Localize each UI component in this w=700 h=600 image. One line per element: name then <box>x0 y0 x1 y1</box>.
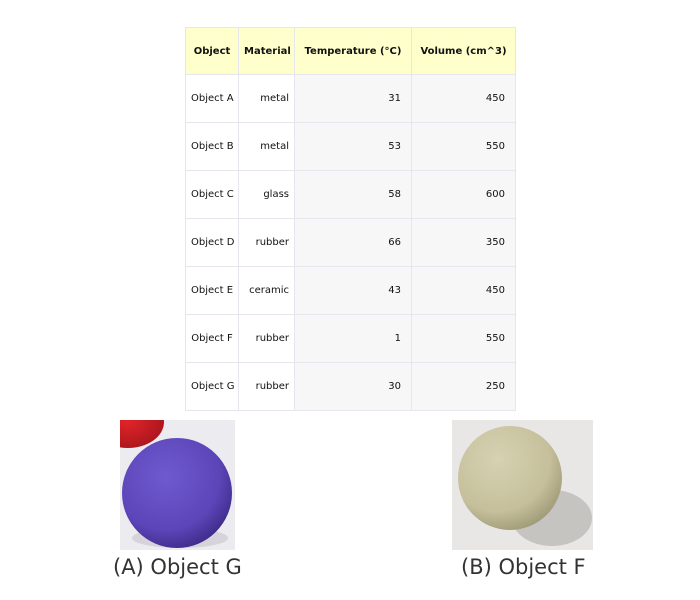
cell-volume: 450 <box>411 266 516 315</box>
purple-ball <box>122 438 232 548</box>
cell-temperature: 53 <box>294 122 412 171</box>
cell-volume: 350 <box>411 218 516 267</box>
table-row: Object E ceramic 43 450 <box>185 266 516 315</box>
cell-object: Object B <box>185 122 239 171</box>
cell-object: Object E <box>185 266 239 315</box>
cell-volume: 550 <box>411 314 516 363</box>
header-material: Material <box>238 27 295 75</box>
table-row: Object C glass 58 600 <box>185 170 516 219</box>
cell-material: metal <box>238 122 295 171</box>
purple-ball-image <box>120 420 235 550</box>
beige-ball <box>458 426 562 530</box>
table-row: Object F rubber 1 550 <box>185 314 516 363</box>
table-row: Object A metal 31 450 <box>185 74 516 123</box>
beige-ball-image <box>452 420 593 550</box>
cell-temperature: 66 <box>294 218 412 267</box>
cell-material: rubber <box>238 362 295 411</box>
cell-volume: 550 <box>411 122 516 171</box>
cell-volume: 450 <box>411 74 516 123</box>
cell-volume: 600 <box>411 170 516 219</box>
table-row: Object B metal 53 550 <box>185 122 516 171</box>
cell-material: rubber <box>238 314 295 363</box>
cell-material: glass <box>238 170 295 219</box>
cell-object: Object G <box>185 362 239 411</box>
cell-object: Object D <box>185 218 239 267</box>
header-volume: Volume (cm^3) <box>411 27 516 75</box>
cell-temperature: 58 <box>294 170 412 219</box>
cell-object: Object F <box>185 314 239 363</box>
cell-temperature: 43 <box>294 266 412 315</box>
table-row: Object G rubber 30 250 <box>185 362 516 411</box>
object-g-photo <box>120 420 235 550</box>
table-header-row: Object Material Temperature (°C) Volume … <box>185 27 516 75</box>
caption-a: (A) Object G <box>113 555 242 579</box>
header-object: Object <box>185 27 239 75</box>
cell-material: metal <box>238 74 295 123</box>
object-f-photo <box>452 420 593 550</box>
cell-temperature: 30 <box>294 362 412 411</box>
cell-temperature: 31 <box>294 74 412 123</box>
table-row: Object D rubber 66 350 <box>185 218 516 267</box>
cell-temperature: 1 <box>294 314 412 363</box>
header-temperature: Temperature (°C) <box>294 27 412 75</box>
cell-material: ceramic <box>238 266 295 315</box>
caption-b: (B) Object F <box>461 555 586 579</box>
cell-volume: 250 <box>411 362 516 411</box>
cell-object: Object A <box>185 74 239 123</box>
cell-object: Object C <box>185 170 239 219</box>
cell-material: rubber <box>238 218 295 267</box>
objects-table: Object Material Temperature (°C) Volume … <box>185 27 516 411</box>
